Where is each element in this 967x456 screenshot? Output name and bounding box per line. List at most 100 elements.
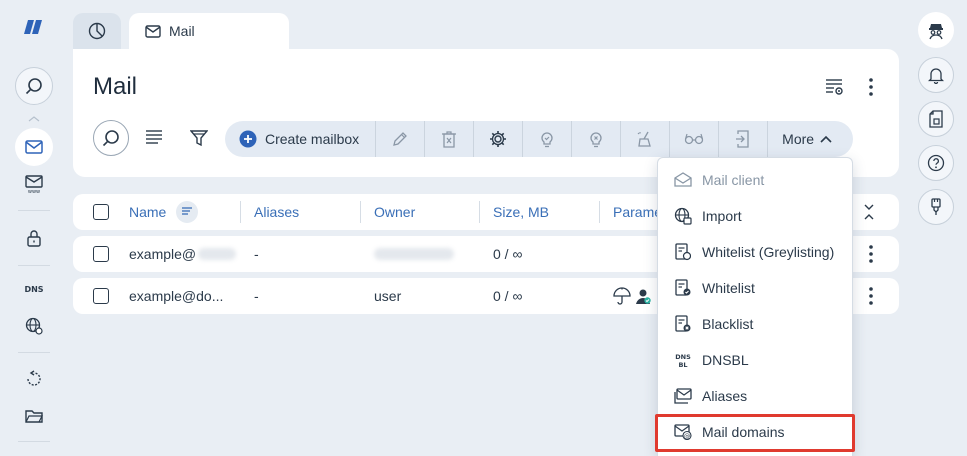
svg-text:BL: BL <box>678 361 687 369</box>
web-settings-icon[interactable] <box>15 307 53 345</box>
sort-icon[interactable] <box>176 201 199 223</box>
filter-icon[interactable] <box>188 127 210 149</box>
menu-item-whitelist-greylisting[interactable]: Whitelist (Greylisting) <box>658 234 852 270</box>
redacted-domain <box>198 248 237 260</box>
help-icon[interactable] <box>918 145 954 181</box>
create-mailbox-button[interactable]: Create mailbox <box>225 121 377 157</box>
row-kebab-icon[interactable] <box>863 244 879 264</box>
folder-icon[interactable] <box>15 397 53 435</box>
size-cell: 0 / ∞ <box>493 288 523 304</box>
aliases-cell: - <box>254 288 259 304</box>
globe-import-icon <box>674 207 692 225</box>
mailbox-name: example@ <box>129 236 237 272</box>
bell-icon[interactable] <box>918 57 954 93</box>
lock-icon[interactable] <box>15 219 53 257</box>
avatar-icon[interactable] <box>918 12 954 48</box>
aliases-cell: - <box>254 246 259 262</box>
column-header-owner[interactable]: Owner <box>374 194 415 230</box>
documentation-icon[interactable] <box>918 101 954 137</box>
search-icon <box>102 129 120 147</box>
blacklist-icon <box>674 315 692 333</box>
mail-icon[interactable] <box>15 128 53 166</box>
webmail-icon[interactable]: www <box>15 165 53 203</box>
table-settings-icon[interactable] <box>823 75 847 99</box>
plugin-icon[interactable] <box>918 189 954 225</box>
svg-text:@: @ <box>684 432 691 440</box>
search-button[interactable] <box>93 120 129 156</box>
dnsbl-icon: DNS BL <box>674 351 692 369</box>
menu-item-blacklist[interactable]: Blacklist <box>658 306 852 342</box>
logo-icon[interactable] <box>24 20 44 34</box>
size-cell: 0 / ∞ <box>493 246 523 262</box>
create-mailbox-label: Create mailbox <box>265 131 360 147</box>
broom-icon <box>636 130 654 148</box>
mail-domains-icon: @ <box>674 423 692 441</box>
trash-icon <box>441 130 457 148</box>
pencil-icon <box>391 130 409 148</box>
settings-button[interactable] <box>474 121 524 157</box>
mailbox-name: example@do... <box>129 288 224 304</box>
umbrella-icon <box>613 287 631 305</box>
more-button[interactable]: More <box>768 121 846 157</box>
columns-icon[interactable] <box>143 127 165 149</box>
row-kebab-icon[interactable] <box>863 286 879 306</box>
disable-button[interactable] <box>572 121 622 157</box>
delete-button[interactable] <box>425 121 475 157</box>
menu-item-aliases[interactable]: Aliases <box>658 378 852 414</box>
spam-filter-icon <box>634 287 652 305</box>
enable-button[interactable] <box>523 121 573 157</box>
menu-item-label: Blacklist <box>702 316 754 332</box>
menu-item-label: Mail domains <box>702 424 785 440</box>
toolbar: Create mailbox More <box>225 121 853 157</box>
owner-cell <box>374 236 454 272</box>
mail-client-icon <box>674 171 692 189</box>
more-label: More <box>782 131 815 147</box>
tab-dashboard[interactable] <box>73 13 121 49</box>
redacted-owner <box>374 248 454 260</box>
kebab-menu-icon[interactable] <box>859 75 883 99</box>
dns-icon[interactable]: DNS <box>15 270 53 308</box>
glasses-icon <box>684 133 704 145</box>
menu-item-mail-domains[interactable]: @ Mail domains <box>658 414 852 450</box>
edit-button[interactable] <box>376 121 426 157</box>
tab-mail-label: Mail <box>169 23 195 39</box>
collapse-icon[interactable] <box>863 203 875 221</box>
greylist-icon <box>674 243 692 261</box>
clean-button[interactable] <box>621 121 671 157</box>
mailbox-name-text: example@ <box>129 246 197 262</box>
menu-item-dnsbl[interactable]: DNS BL DNSBL <box>658 342 852 378</box>
plus-circle-icon <box>239 130 257 148</box>
menu-item-label: Aliases <box>702 388 748 404</box>
svg-text:www: www <box>28 189 40 194</box>
mail-icon <box>145 24 161 38</box>
column-header-aliases[interactable]: Aliases <box>254 194 299 230</box>
tab-mail[interactable]: Mail <box>129 13 289 49</box>
gear-icon <box>489 130 507 148</box>
backup-restore-icon[interactable] <box>15 360 53 398</box>
svg-text:DNS: DNS <box>24 285 43 294</box>
search-icon[interactable] <box>15 67 53 105</box>
export-button[interactable] <box>719 121 769 157</box>
menu-item-label: Whitelist <box>702 280 755 296</box>
column-header-name[interactable]: Name <box>129 194 199 230</box>
menu-item-import[interactable]: Import <box>658 198 852 234</box>
select-all-checkbox[interactable] <box>93 204 109 220</box>
bulb-off-icon <box>588 130 604 148</box>
menu-item-label: Import <box>702 208 742 224</box>
column-header-parameters[interactable]: Parame <box>613 194 662 230</box>
chevron-up-icon <box>820 135 832 143</box>
export-icon <box>735 130 751 148</box>
menu-item-label: DNSBL <box>702 352 749 368</box>
menu-item-whitelist[interactable]: Whitelist <box>658 270 852 306</box>
aliases-icon <box>674 387 692 405</box>
more-dropdown-menu: Mail client Import Whitelist (Greylistin… <box>657 157 853 456</box>
pie-chart-icon <box>88 22 106 40</box>
menu-item-label: Mail client <box>702 172 765 188</box>
collapse-chevron-icon[interactable] <box>28 116 40 122</box>
view-button[interactable] <box>670 121 720 157</box>
row-checkbox[interactable] <box>93 288 109 304</box>
svg-text:DNS: DNS <box>675 353 691 361</box>
menu-item-mail-client[interactable]: Mail client <box>658 162 852 198</box>
column-header-size[interactable]: Size, MB <box>493 194 549 230</box>
row-checkbox[interactable] <box>93 246 109 262</box>
